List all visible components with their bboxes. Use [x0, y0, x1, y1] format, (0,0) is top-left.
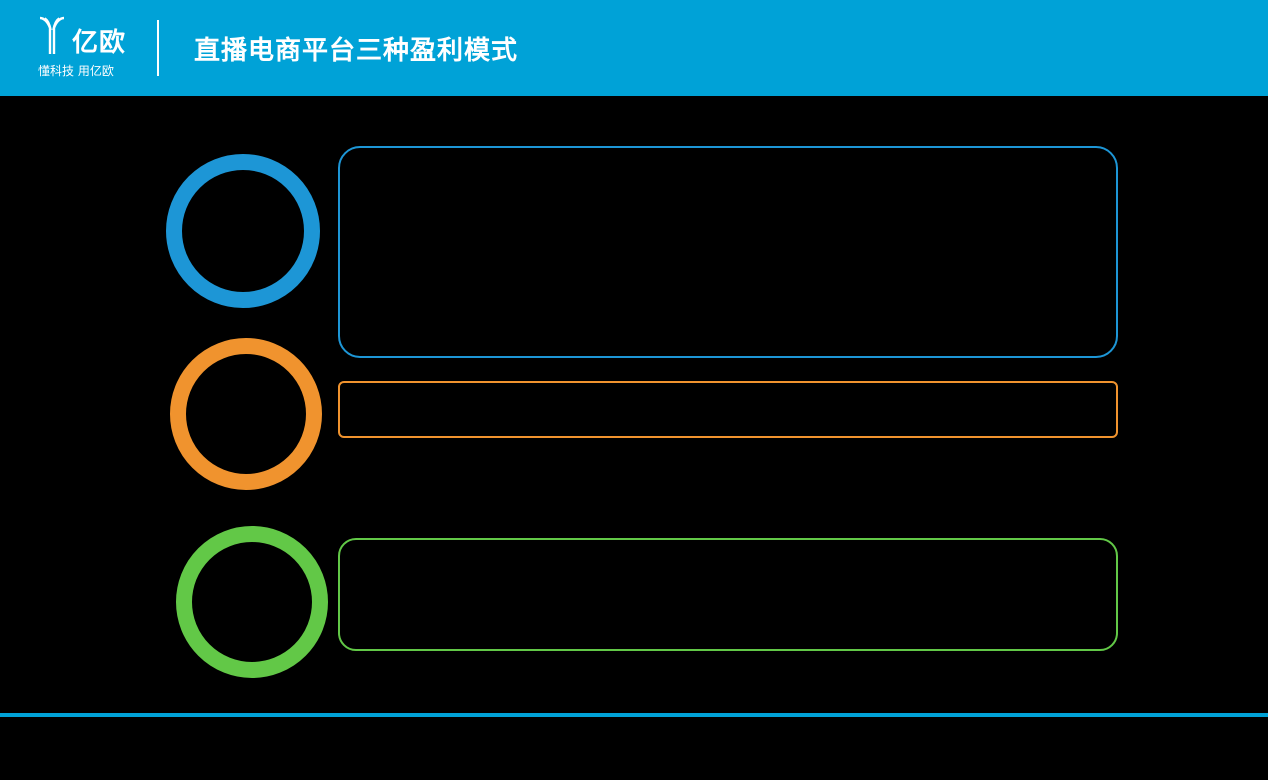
model-label: 坑位费用 [206, 403, 286, 428]
brand-logo[interactable]: 亿欧 懂科技 用亿欧 [38, 16, 134, 80]
header-bar: 亿欧 懂科技 用亿欧 直播电商平台三种盈利模式 [0, 0, 1268, 96]
page-title: 直播电商平台三种盈利模式 [194, 36, 519, 66]
logo-mark-icon [39, 16, 65, 54]
footer-source: 来源：亿欧智库整理 [12, 740, 157, 759]
model-description-text: 电商直播平台中，主播和平台通过销售商品抽取佣金分成的方式获取收入，即通过销售商品… [386, 173, 1091, 339]
model-label: 广告收入 [212, 591, 292, 616]
model-label: 佣金分成 [203, 220, 283, 245]
header-divider [157, 20, 159, 76]
model-description-text: 电商平台一般有流量资源优势，比如首页、直播间等一系列位置投放广告，以此获得收益，… [382, 559, 1065, 631]
model-description-slot-fee: 商家向主播支付坑位费，获得在直播间展示商品的机会和固定费用。 [338, 381, 1118, 438]
logo-name: 亿欧 [72, 28, 127, 58]
model-ring-slot-fee: 坑位费用 [170, 338, 322, 490]
model-description-commission: 电商直播平台中，主播和平台通过销售商品抽取佣金分成的方式获取收入，即通过销售商品… [338, 146, 1118, 358]
logo-tagline: 懂科技 用亿欧 [38, 64, 114, 78]
model-description-advertising: 电商平台一般有流量资源优势，比如首页、直播间等一系列位置投放广告，以此获得收益，… [338, 538, 1118, 651]
footer-site[interactable]: 亿欧（www.iyiou.com） [1054, 736, 1238, 760]
model-ring-commission: 佣金分成 [166, 154, 320, 308]
model-description-text: 商家向主播支付坑位费，获得在直播间展示商品的机会和固定费用。 [382, 397, 1043, 422]
footer-divider [0, 713, 1268, 717]
model-ring-advertising: 广告收入 [176, 526, 328, 678]
